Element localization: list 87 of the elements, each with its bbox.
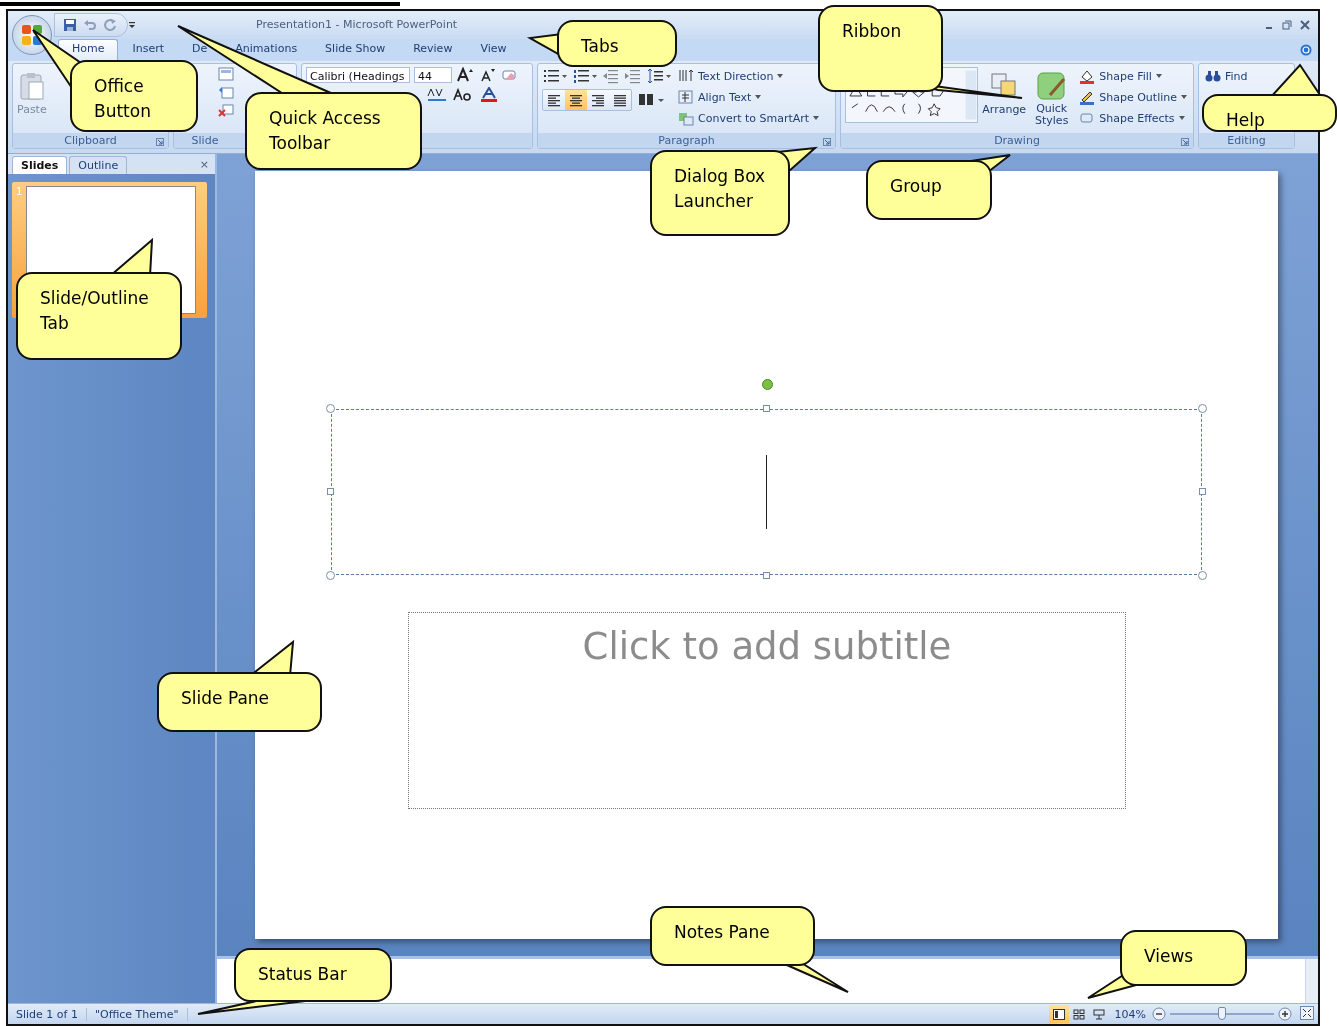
resize-handle[interactable] [1199, 488, 1206, 495]
slide-number: 1 [16, 186, 23, 199]
numbering-icon[interactable] [572, 67, 598, 85]
shape-effects-icon [1079, 110, 1096, 126]
scrollbar[interactable] [1305, 959, 1318, 1003]
resize-handle[interactable] [763, 572, 770, 579]
resize-handle[interactable] [326, 571, 335, 580]
dialog-launcher-icon[interactable] [1181, 138, 1189, 146]
status-text: Slide 1 of 1 [8, 1007, 87, 1021]
font-size-field[interactable]: 44 [414, 67, 452, 83]
rotation-handle[interactable] [762, 379, 773, 390]
slider-thumb[interactable] [1218, 1007, 1226, 1020]
ribbon-tab[interactable]: Review [399, 39, 467, 62]
resize-handle[interactable] [1198, 571, 1207, 580]
align-icon [613, 93, 627, 107]
help-icon[interactable] [1300, 43, 1312, 56]
restore-icon[interactable] [1282, 20, 1292, 30]
callout: Office Button [70, 60, 198, 132]
callout: Views [1120, 930, 1247, 986]
group-label: Editing [1227, 134, 1266, 147]
ribbon-tab[interactable]: View [466, 39, 521, 62]
zoom-out-icon[interactable] [1152, 1007, 1166, 1021]
pane-tab[interactable]: Slides [12, 156, 68, 174]
close-icon[interactable] [1300, 20, 1310, 30]
font-color-icon[interactable] [478, 87, 500, 103]
align-icon [591, 93, 605, 107]
callout: Ribbon [818, 5, 943, 92]
resize-handle[interactable] [763, 405, 770, 412]
decrease-indent-icon[interactable] [602, 67, 620, 85]
ribbon-command[interactable]: Convert to SmartArt [676, 109, 822, 127]
shrink-font-icon[interactable] [478, 67, 496, 83]
ribbon-command[interactable]: Shape Outline [1077, 88, 1189, 106]
align-button[interactable] [565, 90, 587, 110]
dropdown-icon[interactable] [813, 116, 820, 120]
ribbon-command[interactable]: Shape Effects [1077, 109, 1189, 127]
find-button[interactable]: Find [1203, 67, 1250, 85]
arrange-button[interactable]: Arrange [982, 67, 1027, 130]
group-label: Drawing [994, 134, 1040, 147]
delete-icon[interactable] [218, 103, 234, 117]
dialog-launcher-icon[interactable] [823, 138, 831, 146]
zoom-in-icon[interactable] [1278, 1007, 1292, 1021]
zoom-level[interactable]: 104% [1108, 1007, 1152, 1021]
group-label: Paragraph [658, 134, 715, 147]
close-pane-button[interactable]: × [199, 157, 209, 171]
pane-tab[interactable]: Outline [69, 156, 128, 174]
text-direction-icon [678, 68, 694, 84]
align-icon [547, 93, 561, 107]
ribbon-tab[interactable]: Insert [118, 39, 179, 62]
align-text-icon [678, 89, 694, 105]
resize-handle[interactable] [1198, 404, 1207, 413]
window-title: Presentation1 - Microsoft PowerPoint [256, 18, 458, 31]
reset-icon[interactable] [218, 85, 234, 99]
dropdown-icon[interactable] [755, 95, 762, 99]
pencil-icon [1079, 89, 1096, 105]
group-label: Slide [191, 134, 219, 147]
group-label: Clipboard [64, 134, 117, 147]
dropdown-icon[interactable] [1178, 116, 1185, 120]
dropdown-icon[interactable] [777, 74, 784, 78]
resize-handle[interactable] [326, 404, 335, 413]
quick-styles-button[interactable]: Quick Styles [1030, 67, 1074, 130]
dialog-launcher-icon[interactable] [156, 138, 164, 146]
increase-indent-icon[interactable] [624, 67, 642, 85]
customize-menu-icon[interactable] [128, 21, 136, 29]
save-icon[interactable] [63, 18, 77, 32]
character-spacing-icon[interactable] [426, 87, 448, 103]
paint-bucket-icon [1079, 68, 1096, 84]
resize-handle[interactable] [327, 488, 334, 495]
line-spacing-icon[interactable] [646, 67, 672, 85]
binoculars-icon [1205, 69, 1221, 83]
bullets-icon[interactable] [542, 67, 568, 85]
clipboard-icon [18, 71, 45, 101]
brush-icon [1035, 71, 1068, 101]
dropdown-icon[interactable] [1181, 95, 1187, 99]
callout: Quick Access Toolbar [245, 92, 422, 170]
change-case-icon[interactable] [452, 87, 474, 103]
dropdown-icon[interactable] [1155, 74, 1162, 78]
placeholder-text: Click to add subtitle [582, 625, 952, 668]
ribbon-tab[interactable]: Slide Show [311, 39, 400, 62]
fit-to-window-icon[interactable] [1300, 1005, 1314, 1020]
view-button[interactable] [1048, 1005, 1069, 1023]
smartart-icon [678, 110, 694, 126]
status-text: "Office Theme" [86, 1007, 188, 1021]
align-icon [569, 93, 583, 107]
font-name-field[interactable]: Calibri (Headings [306, 67, 410, 83]
ribbon-command[interactable]: Shape Fill [1077, 67, 1189, 85]
callout: Dialog Box Launcher [650, 150, 790, 236]
grow-font-icon[interactable] [456, 67, 474, 83]
